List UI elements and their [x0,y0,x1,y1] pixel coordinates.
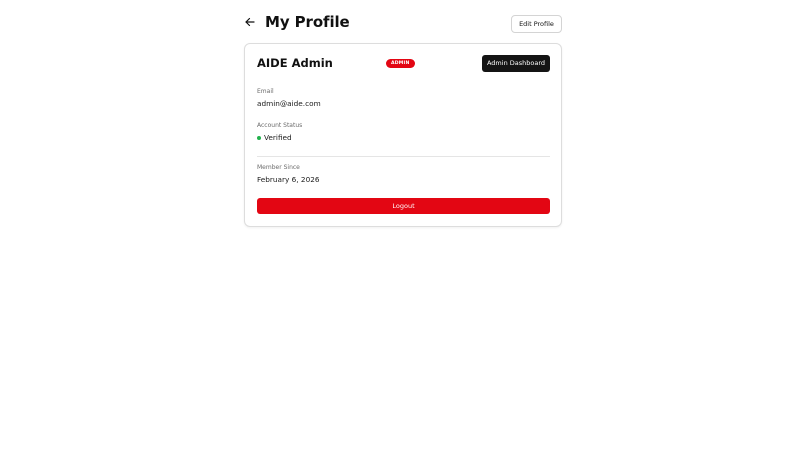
email-value: admin@aide.com [257,99,321,108]
role-badge: ADMIN [386,59,415,68]
member-since-label: Member Since [257,164,300,171]
member-since-value: February 6, 2026 [257,175,320,184]
email-label: Email [257,88,274,95]
profile-page: My Profile Edit Profile AIDE Admin ADMIN… [0,0,806,453]
logout-button[interactable]: Logout [257,198,550,214]
edit-profile-button[interactable]: Edit Profile [511,15,562,33]
user-name: AIDE Admin [257,56,333,70]
arrow-left-icon[interactable] [244,15,256,29]
admin-dashboard-button[interactable]: Admin Dashboard [482,55,550,72]
profile-card: AIDE Admin ADMIN Admin Dashboard Email a… [244,43,562,227]
page-header: My Profile Edit Profile [244,10,562,38]
status-dot-icon [257,136,261,140]
page-title: My Profile [265,13,350,31]
account-status-label: Account Status [257,122,303,129]
account-status-value: Verified [264,133,292,142]
divider [257,156,550,157]
